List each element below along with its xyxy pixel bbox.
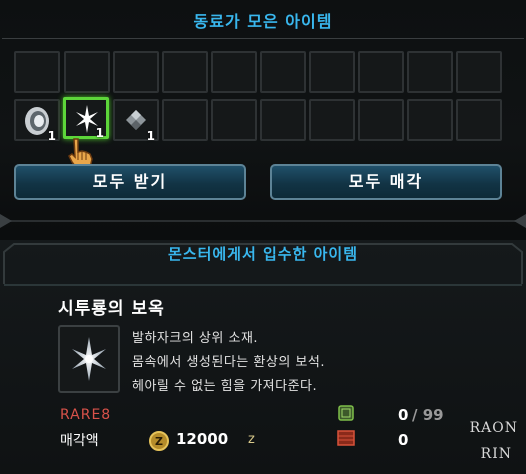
empty-slot[interactable] [309, 51, 355, 93]
title-divider [2, 38, 524, 39]
item-pouch-icon [338, 405, 354, 421]
item-icon-frame [58, 325, 120, 393]
box-count: 0 [398, 431, 409, 449]
slot-count: 1 [146, 129, 155, 143]
empty-slot[interactable] [309, 99, 355, 141]
empty-slot[interactable] [260, 51, 306, 93]
empty-slot[interactable] [64, 51, 110, 93]
currency-unit: z [248, 432, 255, 447]
ornament-divider [0, 214, 526, 228]
empty-slot[interactable] [358, 51, 404, 93]
monster-items-title: 몬스터에게서 입수한 아이템 [167, 245, 359, 263]
slot-count: 1 [47, 129, 56, 143]
star-gem-icon [72, 337, 106, 381]
sell-all-button[interactable]: 모두 매각 [270, 164, 502, 200]
item-slot[interactable]: 1 [14, 99, 60, 143]
pouch-count: 0 [398, 406, 409, 424]
pouch-max: / 99 [412, 406, 444, 424]
empty-slot[interactable] [456, 99, 502, 141]
rarity-label: RARE8 [60, 407, 112, 423]
empty-slot[interactable] [211, 99, 257, 141]
collected-items-title: 동료가 모은 아이템 [193, 12, 333, 31]
sell-price-label: 매각액 [60, 433, 99, 449]
sell-price-value: 12000 [176, 430, 229, 448]
empty-slot[interactable] [407, 51, 453, 93]
zenny-coin-icon: Z [149, 431, 169, 451]
item-description-line-3: 헤아릴 수 없는 힘을 가져다준다. [132, 379, 318, 394]
item-name: 시투룡의 보옥 [58, 299, 165, 319]
empty-slot[interactable] [456, 51, 502, 93]
empty-slot[interactable] [260, 99, 306, 141]
watermark-line-2: RIN [480, 446, 512, 462]
empty-slot[interactable] [14, 51, 60, 93]
item-box-icon [337, 430, 355, 446]
empty-slot[interactable] [162, 99, 208, 141]
empty-slot[interactable] [211, 51, 257, 93]
empty-slot[interactable] [407, 99, 453, 141]
empty-slot[interactable] [113, 51, 159, 93]
item-slot[interactable]: 1 [113, 99, 159, 143]
item-description-line-2: 몸속에서 생성된다는 환상의 보석. [132, 355, 325, 370]
empty-slot[interactable] [358, 99, 404, 141]
empty-slot[interactable] [162, 51, 208, 93]
item-description-line-1: 발하자크의 상위 소재. [132, 331, 259, 346]
receive-all-button[interactable]: 모두 받기 [14, 164, 246, 200]
subtitle-divider [4, 284, 522, 286]
item-slot[interactable]: 1 [63, 97, 109, 140]
svg-text:Z: Z [155, 435, 163, 448]
watermark-line-1: RAON [469, 420, 518, 436]
